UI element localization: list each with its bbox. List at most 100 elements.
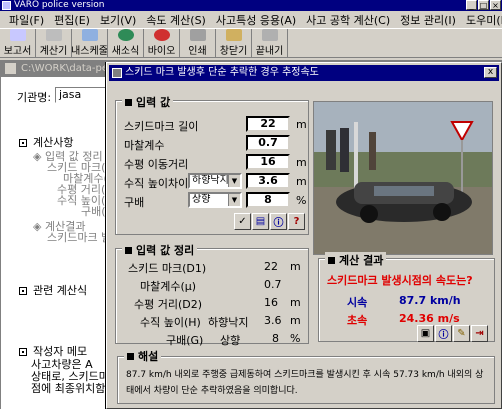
agency-label: 기관명: [17, 91, 52, 104]
result-info-button[interactable]: ⓘ [435, 325, 452, 342]
exit-icon: ⇥ [475, 328, 484, 339]
checkmark-icon: ✓ [238, 216, 247, 227]
friction-label: 마찰계수 [124, 139, 165, 152]
chart-button[interactable]: ▤ [252, 213, 269, 230]
close-button[interactable]: × [490, 0, 501, 10]
dialog-icon [112, 68, 122, 78]
info-button[interactable]: ⓘ [270, 213, 287, 230]
horizontal-distance-label: 수평 이동거리 [124, 158, 189, 171]
accident-photo-image [314, 102, 492, 254]
vertical-direction-select[interactable]: 하향낙지 ▼ [188, 173, 242, 189]
menu-info[interactable]: 정보 관리(I) [395, 12, 461, 28]
dialog-close-button[interactable]: x [484, 67, 497, 78]
square-bullet-icon [127, 353, 134, 360]
summary-height-direction: 하향낙지 [208, 316, 249, 329]
horizontal-distance-unit: m [296, 156, 307, 169]
commentary-group-title: 해설 [124, 350, 162, 364]
result-ms-label: 초속 [347, 314, 368, 327]
square-bullet-icon [125, 99, 132, 106]
toolbar-calculator-button[interactable]: 계산기 [36, 29, 72, 58]
horizontal-distance-field[interactable]: 16 [246, 154, 290, 170]
summary-height-value: 3.6 [264, 314, 282, 327]
vertical-height-label: 수직 높이차이 [124, 177, 189, 190]
vertical-height-field[interactable]: 3.6 [246, 173, 290, 189]
toolbar: 보고서 계산기 내스케줄 새소식 바이오 인쇄 창닫기 끝내기 [0, 28, 502, 58]
summary-height-unit: m [290, 314, 301, 327]
skid-length-label: 스키드마크 길이 [124, 120, 199, 133]
memo-line-2: 점에 최종위치함 [31, 382, 106, 395]
print-icon: ▣ [420, 328, 431, 339]
menu-accident-eng[interactable]: 사고 공학 계산(C) [301, 12, 395, 28]
bullet-icon [19, 287, 27, 295]
friction-field[interactable]: 0.7 [246, 135, 290, 151]
commentary-group: 해설 87.7 km/h 내외로 주행중 급제동하여 스키드마크를 발생시킨 후… [117, 350, 495, 404]
skid-length-unit: m [296, 118, 307, 131]
chart-icon: ▤ [255, 216, 266, 227]
toolbar-exit-button[interactable]: 끝내기 [252, 29, 288, 58]
result-print-button[interactable]: ▣ [417, 325, 434, 342]
result-edit-button[interactable]: ✎ [453, 325, 470, 342]
window-controls: _ □ × [466, 0, 501, 10]
report-icon [9, 29, 26, 41]
result-kmh-label: 시속 [347, 296, 368, 309]
summary-grade-direction: 상향 [220, 334, 241, 347]
menu-help[interactable]: 도우미(H) [461, 12, 502, 28]
info-icon: ⓘ [273, 218, 284, 229]
chevron-down-icon: ▼ [228, 194, 240, 206]
toolbar-print-button[interactable]: 인쇄 [180, 29, 216, 58]
help-button[interactable]: ? [288, 213, 305, 230]
summary-skid-value: 22 [264, 260, 278, 273]
menu-speed-calc[interactable]: 속도 계산(S) [141, 12, 211, 28]
bio-icon [153, 29, 170, 41]
menu-accident-app[interactable]: 사고특성 응용(A) [211, 12, 301, 28]
dialog-title: 스키드 마크 발생후 단순 추락한 경우 추정속도 [125, 67, 319, 78]
summary-skid-unit: m [290, 260, 301, 273]
vertical-height-unit: m [296, 175, 307, 188]
document-icon [5, 63, 16, 74]
toolbar-close-window-button[interactable]: 창닫기 [216, 29, 252, 58]
summary-group: 입력 값 정리 스키드 마크(D1) 22 m 마찰계수(μ) 0.7 수평 거… [115, 242, 309, 347]
result-kmh-value: 87.7 km/h [399, 294, 461, 307]
calc-line-5: 구배( [81, 205, 106, 218]
commentary-text: 87.7 km/h 내외로 주행중 급제동하여 스키드마크를 발생시킨 후 시속… [126, 370, 484, 396]
result-question: 스키드마크 발생시점의 속도는? [327, 274, 473, 287]
exit-icon [261, 29, 278, 41]
grade-direction-select[interactable]: 상향 ▼ [188, 192, 242, 208]
info-icon: ⓘ [438, 330, 449, 341]
agency-field[interactable]: jasa [55, 87, 113, 103]
square-bullet-icon [125, 247, 132, 254]
help-icon: ? [293, 216, 300, 227]
summary-height-label: 수직 높이(H) [140, 316, 201, 329]
minimize-button[interactable]: _ [466, 0, 477, 10]
chevron-down-icon: ▼ [228, 175, 240, 187]
confirm-button[interactable]: ✓ [234, 213, 251, 230]
menu-edit[interactable]: 편집(E) [49, 12, 95, 28]
grade-field[interactable]: 8 [246, 192, 290, 208]
calculator-icon [45, 29, 62, 41]
summary-group-title: 입력 값 정리 [122, 242, 198, 258]
toolbar-bio-button[interactable]: 바이오 [144, 29, 180, 58]
toolbar-schedule-button[interactable]: 내스케줄 [72, 29, 108, 58]
menu-file[interactable]: 파일(F) [4, 12, 49, 28]
accident-photo [313, 101, 493, 255]
dialog-titlebar[interactable]: 스키드 마크 발생후 단순 추락한 경우 추정속도 x [109, 65, 499, 81]
toolbar-news-button[interactable]: 새소식 [108, 29, 144, 58]
toolbar-report-button[interactable]: 보고서 [0, 29, 36, 58]
summary-distance-label: 수평 거리(D2) [134, 298, 203, 311]
grade-unit: % [296, 194, 307, 207]
menu-bar: 파일(F) 편집(E) 보기(V) 속도 계산(S) 사고특성 응용(A) 사고… [0, 11, 502, 28]
summary-grade-label: 구배(G) [166, 334, 204, 347]
result-exit-button[interactable]: ⇥ [471, 325, 488, 342]
summary-friction-value: 0.7 [264, 278, 282, 291]
skid-length-field[interactable]: 22 [246, 116, 290, 132]
input-group-title: 입력 값 [122, 94, 174, 110]
pencil-icon: ✎ [457, 328, 466, 339]
print-icon [189, 29, 206, 41]
summary-grade-value: 8 [272, 332, 279, 345]
app-titlebar: VARO police version _ □ × [0, 0, 502, 11]
maximize-button[interactable]: □ [478, 0, 489, 10]
summary-grade-unit: % [290, 332, 301, 345]
document-title: C:\WORK\data-ped [21, 63, 115, 74]
summary-distance-value: 16 [264, 296, 278, 309]
menu-view[interactable]: 보기(V) [95, 12, 141, 28]
